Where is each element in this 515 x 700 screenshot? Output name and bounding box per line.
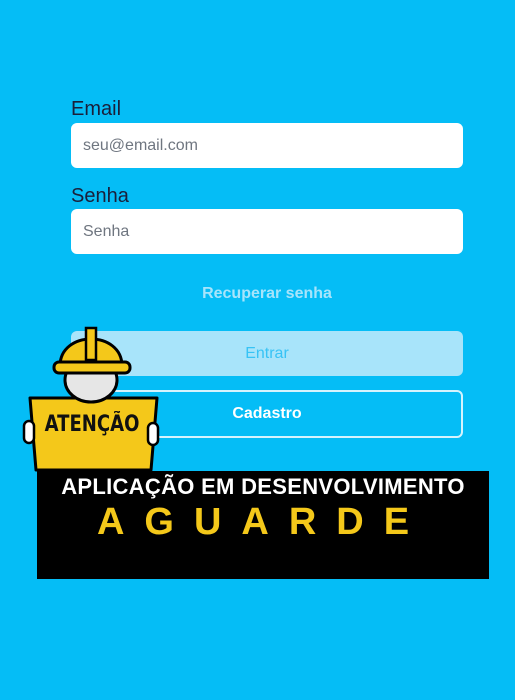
recover-password-link[interactable]: Recuperar senha bbox=[71, 285, 463, 303]
password-field[interactable] bbox=[71, 209, 463, 254]
email-field[interactable] bbox=[71, 123, 463, 168]
password-label: Senha bbox=[71, 185, 129, 207]
enter-button-label: Entrar bbox=[245, 344, 289, 362]
email-label: Email bbox=[71, 98, 122, 120]
construction-worker-icon bbox=[22, 326, 160, 472]
development-banner: APLICAÇÃO EM DESENVOLVIMENTO AGUARDE bbox=[37, 471, 489, 579]
warning-sign-text: ATENÇÃO bbox=[44, 412, 140, 437]
register-button-label: Cadastro bbox=[232, 405, 302, 422]
banner-wait-text: AGUARDE bbox=[96, 501, 430, 543]
banner-title: APLICAÇÃO EM DESENVOLVIMENTO bbox=[61, 474, 465, 499]
